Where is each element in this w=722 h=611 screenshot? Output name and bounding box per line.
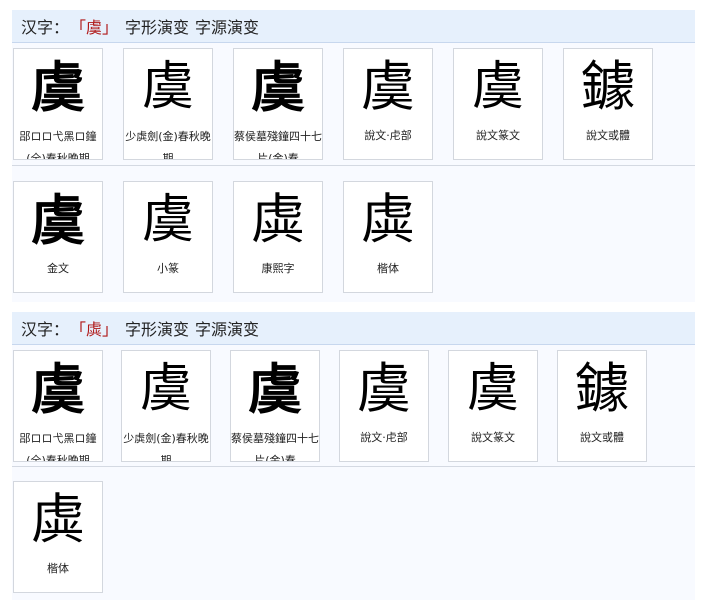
glyph-image: 虞 — [141, 190, 194, 250]
glyph-card[interactable]: 虞 郘ロロ弋黑ロ鐘(全)春秋晚期 — [13, 48, 103, 160]
glyph-image: 虞 — [361, 55, 415, 118]
glyph-caption: 說文‧虍部 — [360, 431, 408, 444]
glyph-image: 虞 — [31, 357, 85, 421]
glyph-card[interactable]: 虞 少虡劍(金)春秋晚期 — [123, 48, 213, 160]
glyph-caption: 說文篆文 — [476, 129, 520, 142]
glyph-image: 虞 — [31, 188, 85, 252]
glyph-caption: 少虡劍(金)春秋晚期 — [125, 130, 211, 160]
glyph-image: 虡 — [361, 188, 415, 251]
glyph-caption: 楷体 — [47, 562, 69, 575]
char-panel-2: 汉字： 「虡」 字形演变 字源演变 虞 郘ロロ弋黑ロ鐘(全)春秋晚期 虞 少虡劍… — [12, 312, 695, 600]
glyph-caption: 說文‧虍部 — [364, 129, 412, 142]
glyph-row-1: 虞 郘ロロ弋黑ロ鐘(全)春秋晚期 虞 少虡劍(金)春秋晚期 虞 蔡侯墓殘鐘四十七… — [12, 43, 695, 164]
glyph-card[interactable]: 虞 說文篆文 — [448, 350, 538, 462]
glyph-image: 虞 — [471, 57, 524, 117]
glyph-card[interactable]: 鐻 說文或體 — [557, 350, 647, 462]
glyph-caption: 蔡侯墓殘鐘四十七片(金)春 — [231, 432, 319, 462]
glyph-image: 虞 — [466, 359, 519, 419]
glyph-card[interactable]: 虡 楷体 — [343, 181, 433, 293]
glyph-card[interactable]: 虞 說文‧虍部 — [339, 350, 429, 462]
glyph-card[interactable]: 鐻 說文或體 — [563, 48, 653, 160]
glyph-caption: 說文篆文 — [471, 431, 515, 444]
glyph-caption: 說文或體 — [586, 129, 630, 142]
glyph-caption: 說文或體 — [580, 431, 624, 444]
glyph-image: 虞 — [357, 357, 411, 420]
glyph-card[interactable]: 虡 康熙字 — [233, 181, 323, 293]
glyph-card[interactable]: 虞 蔡侯墓殘鐘四十七片(金)春 — [230, 350, 320, 462]
glyph-card[interactable]: 虡 楷体 — [13, 481, 103, 593]
glyph-row-2: 虞 金文 虞 小篆 虡 康熙字 虡 楷体 — [12, 173, 695, 294]
glyph-image: 虞 — [31, 55, 85, 119]
tab-glyph-evolution[interactable]: 字形演变 — [125, 14, 189, 38]
glyph-image: 虡 — [31, 488, 85, 551]
glyph-image: 鐻 — [575, 357, 629, 420]
glyph-image: 虞 — [251, 55, 305, 119]
glyph-row-1: 虞 郘ロロ弋黑ロ鐘(全)春秋晚期 虞 少虡劍(金)春秋晚期 虞 蔡侯墓殘鐘四十七… — [12, 345, 695, 466]
tab-glyph-evolution[interactable]: 字形演变 — [125, 316, 189, 340]
glyph-caption: 康熙字 — [261, 262, 295, 275]
tab-origin-evolution[interactable]: 字源演变 — [195, 316, 259, 340]
glyph-caption: 蔡侯墓殘鐘四十七片(金)春 — [234, 130, 322, 160]
header-character: 「虞」 — [70, 18, 119, 37]
row-divider — [12, 466, 695, 467]
glyph-card[interactable]: 虞 金文 — [13, 181, 103, 293]
header-prefix: 汉字： — [21, 320, 70, 339]
char-panel-1: 汉字： 「虞」 字形演变 字源演变 虞 郘ロロ弋黑ロ鐘(全)春秋晚期 虞 少虡劍… — [12, 10, 695, 302]
panel-header: 汉字： 「虡」 字形演变 字源演变 — [12, 312, 695, 345]
glyph-caption: 小篆 — [157, 262, 179, 275]
glyph-caption: 金文 — [47, 262, 69, 275]
glyph-caption: 郘ロロ弋黑ロ鐘(全)春秋晚期 — [19, 130, 97, 160]
header-character: 「虡」 — [70, 320, 119, 339]
glyph-card[interactable]: 虞 說文篆文 — [453, 48, 543, 160]
glyph-card[interactable]: 虞 郘ロロ弋黑ロ鐘(全)春秋晚期 — [13, 350, 103, 462]
glyph-card[interactable]: 虞 小篆 — [123, 181, 213, 293]
header-prefix: 汉字： — [21, 18, 70, 37]
panel-header: 汉字： 「虞」 字形演变 字源演变 — [12, 10, 695, 43]
glyph-image: 虞 — [141, 57, 194, 117]
glyph-card[interactable]: 虞 蔡侯墓殘鐘四十七片(金)春 — [233, 48, 323, 160]
glyph-image: 虞 — [139, 359, 192, 419]
glyph-row-2: 虡 楷体 — [12, 474, 695, 595]
glyph-caption: 少虡劍(金)春秋晚期 — [123, 432, 209, 462]
glyph-caption: 楷体 — [377, 262, 399, 275]
glyph-card[interactable]: 虞 說文‧虍部 — [343, 48, 433, 160]
glyph-image: 虡 — [251, 188, 305, 251]
row-divider — [12, 165, 695, 166]
glyph-card[interactable]: 虞 少虡劍(金)春秋晚期 — [121, 350, 211, 462]
glyph-image: 虞 — [248, 357, 302, 421]
glyph-caption: 郘ロロ弋黑ロ鐘(全)春秋晚期 — [19, 432, 97, 462]
glyph-image: 鐻 — [581, 55, 635, 118]
tab-origin-evolution[interactable]: 字源演变 — [195, 14, 259, 38]
